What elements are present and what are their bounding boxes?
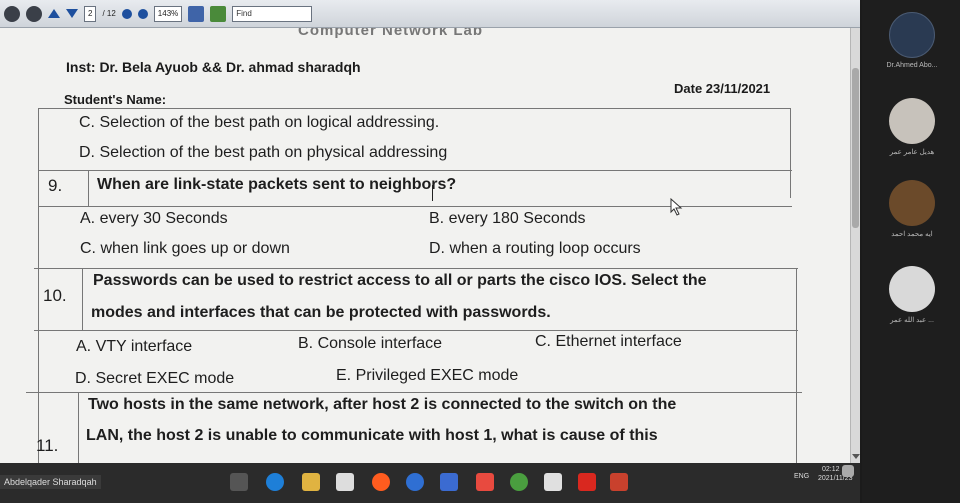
q10-option-d: D. Secret EXEC mode	[75, 370, 235, 387]
q9-option-d: D. when a routing loop occurs	[429, 240, 641, 257]
participant-name: ايه محمد احمد	[891, 231, 933, 238]
zoom-level-input[interactable]: 143%	[153, 5, 183, 22]
q9-option-b: B. every 180 Seconds	[429, 210, 586, 227]
page-total: / 12	[102, 9, 116, 18]
avatar	[889, 180, 935, 226]
task-view-icon[interactable]	[230, 473, 248, 491]
q10-option-b: B. Console interface	[298, 335, 443, 352]
download-icon[interactable]	[476, 473, 494, 491]
text-cursor-icon	[432, 185, 434, 201]
video-icon[interactable]	[544, 473, 562, 491]
number-column-divider	[88, 170, 89, 206]
help-icon[interactable]	[406, 473, 424, 491]
file-explorer-icon[interactable]	[302, 473, 320, 491]
avatar	[889, 266, 935, 312]
powerpoint-icon[interactable]	[610, 473, 628, 491]
scroll-down-icon[interactable]	[852, 454, 860, 459]
taskbar: Abdelqader Sharadqah ENG 02:12 م 2021/11…	[0, 463, 860, 503]
q10-question-line1: Passwords can be used to restrict access…	[93, 272, 707, 289]
presenter-name: Abdelqader Sharadqah	[0, 475, 101, 489]
previous-page-icon[interactable]	[48, 9, 60, 18]
row-divider	[38, 170, 792, 171]
avatar	[889, 12, 935, 58]
page-number-input[interactable]: 2	[84, 5, 97, 22]
store-icon[interactable]	[336, 473, 354, 491]
participant-name: Dr.Ahmed Abo...	[886, 62, 938, 69]
q9-option-a: A. every 30 Seconds	[80, 210, 228, 227]
q10-option-e: E. Privileged EXEC mode	[336, 367, 519, 384]
participants-panel: Dr.Ahmed Abo... هديل عامر عمر ايه محمد ا…	[862, 0, 960, 503]
pdf-toolbar: 2 / 12 143% Find	[0, 0, 860, 28]
photos-icon[interactable]	[440, 473, 458, 491]
q9-question: When are link-state packets sent to neig…	[97, 176, 457, 193]
q11-number: 11.	[36, 436, 59, 455]
chrome-icon[interactable]	[510, 473, 528, 491]
q11-question-line2: LAN, the host 2 is unable to communicate…	[86, 427, 658, 444]
table-right-border	[790, 108, 791, 198]
scrollbar-thumb[interactable]	[852, 68, 859, 228]
participant-name: هديل عامر عمر	[889, 149, 935, 156]
q10-number: 10.	[43, 286, 67, 305]
table-left-border	[38, 108, 39, 463]
number-column-divider	[78, 392, 79, 463]
row-divider	[26, 392, 802, 393]
table-top-border	[38, 108, 790, 109]
instructors-line: Inst: Dr. Bela Ayuob && Dr. ahmad sharad…	[66, 59, 361, 75]
q9-number: 9.	[48, 176, 63, 195]
document-header-cut: Computer Network Lab	[298, 28, 484, 39]
zoom-in-icon[interactable]	[137, 8, 148, 19]
number-column-divider	[82, 268, 83, 330]
opera-icon[interactable]	[372, 473, 390, 491]
next-page-icon[interactable]	[66, 9, 78, 18]
student-name-label: Student's Name:	[64, 92, 167, 107]
q8-option-c: C. Selection of the best path on logical…	[79, 114, 440, 131]
zoom-out-icon[interactable]	[121, 8, 132, 19]
settings-icon[interactable]	[4, 5, 20, 22]
q8-option-d: D. Selection of the best path on physica…	[79, 144, 448, 161]
row-divider	[34, 268, 798, 269]
participant-tile[interactable]: Dr.Ahmed Abo...	[872, 12, 952, 69]
participant-tile[interactable]: عبد الله عمر ...	[872, 266, 952, 324]
notifications-icon[interactable]	[842, 465, 854, 477]
q9-option-c: C. when link goes up or down	[80, 240, 290, 257]
print-icon[interactable]	[26, 5, 42, 22]
edge-browser-icon[interactable]	[266, 473, 284, 491]
document-page: Computer Network Lab Inst: Dr. Bela Ayuo…	[0, 28, 860, 463]
q10-option-c: C. Ethernet interface	[535, 333, 682, 350]
acrobat-icon[interactable]	[578, 473, 596, 491]
exam-date: Date 23/11/2021	[674, 81, 771, 96]
row-divider	[34, 330, 798, 331]
mouse-pointer-icon	[670, 198, 683, 216]
participant-tile[interactable]: ايه محمد احمد	[872, 180, 952, 238]
vertical-scrollbar[interactable]	[850, 28, 860, 463]
participant-tile[interactable]: هديل عامر عمر	[872, 98, 952, 156]
table-right-border-lower	[796, 268, 797, 463]
avatar	[889, 98, 935, 144]
find-input[interactable]: Find	[232, 5, 313, 22]
save-icon[interactable]	[188, 5, 205, 22]
participant-name: عبد الله عمر ...	[890, 317, 934, 324]
q10-option-a: A. VTY interface	[76, 338, 193, 355]
q11-question-line1: Two hosts in the same network, after hos…	[88, 396, 677, 413]
q10-question-line2: modes and interfaces that can be protect…	[91, 304, 551, 321]
fit-page-icon[interactable]	[210, 5, 227, 22]
language-indicator[interactable]: ENG	[794, 473, 809, 480]
